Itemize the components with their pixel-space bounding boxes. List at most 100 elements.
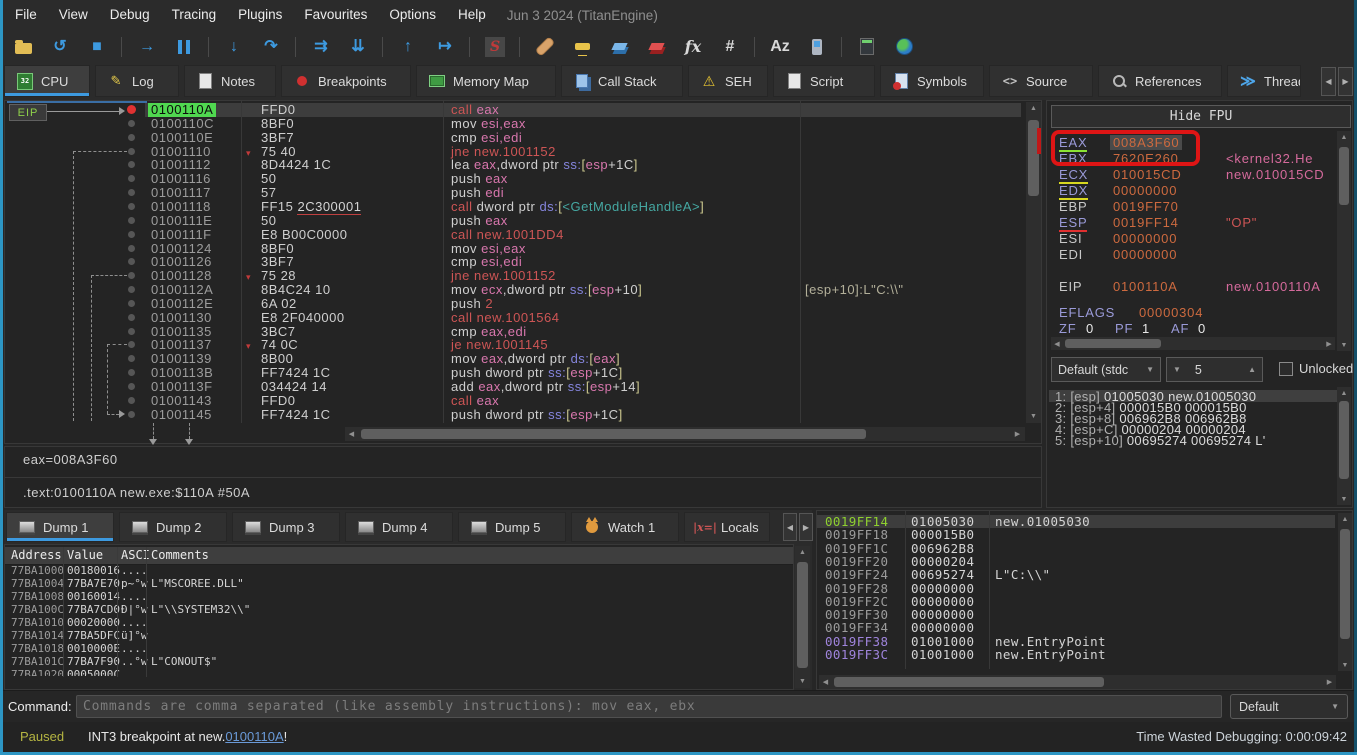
dump-tab-scroll-right-button[interactable]: ▶ <box>799 513 813 541</box>
tab-seh[interactable]: ⚠SEH <box>688 65 768 97</box>
disasm-vertical-scrollbar[interactable]: ▲▼ <box>1026 102 1041 423</box>
menu-view[interactable]: View <box>48 0 99 30</box>
disasm-row[interactable]: 0100113F034424 14add eax,dword ptr ss:[e… <box>5 380 1023 394</box>
dump-row[interactable]: 77BA101C77BA7F90..°wL"CONOUT$" <box>5 655 793 668</box>
bookmarks-icon[interactable] <box>643 34 669 60</box>
registers-horizontal-scrollbar[interactable]: ◀▶ <box>1051 337 1335 350</box>
unlocked-checkbox[interactable] <box>1279 362 1293 376</box>
argument-row[interactable]: 5: [esp+10] 00695274 00695274 L' <box>1055 435 1337 446</box>
dump-row[interactable]: 77BA100800160014.... <box>5 590 793 603</box>
stack-row[interactable]: 0019FF1C006962B8 <box>817 542 1335 555</box>
tab-breakpoints[interactable]: Breakpoints <box>281 65 411 97</box>
register-row[interactable]: ESP0019FF14"OP" <box>1059 215 1339 231</box>
register-row[interactable]: ESI00000000 <box>1059 231 1339 247</box>
argument-depth-spinner[interactable]: ▼5▲ <box>1166 357 1263 382</box>
bullet-icon[interactable] <box>128 148 135 155</box>
scrollbar-thumb[interactable] <box>361 429 866 439</box>
bullet-icon[interactable] <box>128 300 135 307</box>
bullet-icon[interactable] <box>128 203 135 210</box>
stack-row[interactable]: 0019FF1401005030new.01005030 <box>817 515 1335 528</box>
tab-references[interactable]: References <box>1098 65 1222 97</box>
stack-row[interactable]: 0019FF2C00000000 <box>817 595 1335 608</box>
dump-tab-watch-1[interactable]: Watch 1 <box>571 512 679 542</box>
scrollbar-thumb[interactable] <box>797 562 808 668</box>
args-vertical-scrollbar[interactable]: ▲▼ <box>1337 387 1351 505</box>
menu-file[interactable]: File <box>4 0 48 30</box>
disasm-row[interactable]: 01001118FF15 2C300001call dword ptr ds:[… <box>5 200 1023 214</box>
bullet-icon[interactable] <box>128 314 135 321</box>
scroll-down-arrow[interactable]: ▼ <box>1338 659 1352 671</box>
bullet-icon[interactable] <box>128 286 135 293</box>
stack-row[interactable]: 0019FF3000000000 <box>817 608 1335 621</box>
scroll-down-arrow[interactable]: ▼ <box>1026 410 1041 423</box>
calling-convention-dropdown[interactable]: Default (stdc▼ <box>1051 357 1161 382</box>
menu-help[interactable]: Help <box>447 0 497 30</box>
tab-source[interactable]: <>Source <box>989 65 1093 97</box>
command-input[interactable] <box>76 695 1222 718</box>
scrollbar-thumb[interactable] <box>1339 401 1349 479</box>
source-icon[interactable]: S <box>482 34 508 60</box>
disasm-row[interactable]: 01001145FF7424 1Cpush dword ptr ss:[esp+… <box>5 408 1023 422</box>
tab-call-stack[interactable]: Call Stack <box>561 65 683 97</box>
eflags-row[interactable]: EFLAGS00000304 <box>1059 305 1339 321</box>
register-row[interactable]: EDI00000000 <box>1059 247 1339 263</box>
dump-tab-dump-3[interactable]: Dump 3 <box>232 512 340 542</box>
attach-icon[interactable] <box>804 34 830 60</box>
step-into-icon[interactable]: ↓ <box>221 34 247 60</box>
scrollbar-thumb[interactable] <box>834 677 1104 687</box>
dump-row[interactable]: 77BA101477BA5DFCü]°w <box>5 629 793 642</box>
dump-tab-locals[interactable]: |x=|Locals <box>684 512 770 542</box>
register-row[interactable]: EDX00000000 <box>1059 183 1339 199</box>
bullet-icon[interactable] <box>128 397 135 404</box>
labels-icon[interactable] <box>606 34 632 60</box>
breakpoint-icon[interactable] <box>127 105 136 114</box>
menu-options[interactable]: Options <box>378 0 447 30</box>
bullet-icon[interactable] <box>128 231 135 238</box>
dump-tab-dump-1[interactable]: Dump 1 <box>6 512 114 542</box>
tab-symbols[interactable]: Symbols <box>880 65 984 97</box>
execute-till-return-icon[interactable]: ↦ <box>432 34 458 60</box>
bullet-icon[interactable] <box>128 328 135 335</box>
disasm-horizontal-scrollbar[interactable]: ◀▶ <box>345 427 1025 441</box>
register-row-eip[interactable]: EIP0100110Anew.0100110A <box>1059 279 1339 295</box>
stack-row[interactable]: 0019FF2000000204 <box>817 555 1335 568</box>
stack-horizontal-scrollbar[interactable]: ◀▶ <box>819 675 1336 689</box>
dump-tab-dump-5[interactable]: Dump 5 <box>458 512 566 542</box>
tab-notes[interactable]: Notes <box>184 65 276 97</box>
scroll-right-arrow[interactable]: ▶ <box>1011 427 1024 441</box>
run-to-user-code-icon[interactable]: ⇉ <box>308 34 334 60</box>
patches-icon[interactable] <box>532 34 558 60</box>
scrollbar-thumb[interactable] <box>1339 147 1349 205</box>
dump-tab-dump-2[interactable]: Dump 2 <box>119 512 227 542</box>
analysis-icon[interactable]: # <box>717 34 743 60</box>
bullet-icon[interactable] <box>128 120 135 127</box>
scroll-up-arrow[interactable]: ▲ <box>1338 513 1352 525</box>
scroll-up-arrow[interactable]: ▲ <box>1337 387 1351 399</box>
scroll-up-arrow[interactable]: ▲ <box>795 546 810 559</box>
menu-debug[interactable]: Debug <box>99 0 161 30</box>
bullet-icon[interactable] <box>128 383 135 390</box>
spinner-up-icon[interactable]: ▲ <box>1248 365 1256 374</box>
hide-fpu-button[interactable]: Hide FPU <box>1051 105 1351 128</box>
menu-favourites[interactable]: Favourites <box>293 0 378 30</box>
comments-icon[interactable] <box>569 34 595 60</box>
menu-tracing[interactable]: Tracing <box>161 0 228 30</box>
tab-memory-map[interactable]: Memory Map <box>416 65 556 97</box>
dump-row[interactable]: 77BA100000180016.... <box>5 564 793 577</box>
dump-tab-scroll-left-button[interactable]: ◀ <box>783 513 797 541</box>
open-file-icon[interactable] <box>10 34 36 60</box>
tab-script[interactable]: Script <box>773 65 875 97</box>
dump-row[interactable]: 77BA100477BA7E70p~°wL"MSCOREE.DLL" <box>5 577 793 590</box>
scrollbar-thumb[interactable] <box>1065 339 1161 348</box>
tab-threads[interactable]: ≫Threads <box>1227 65 1301 97</box>
bullet-icon[interactable] <box>128 411 135 418</box>
registers-vertical-scrollbar[interactable]: ▲▼ <box>1337 131 1351 351</box>
stack-row[interactable]: 0019FF3400000000 <box>817 621 1335 634</box>
assemble-icon[interactable]: Az <box>767 34 793 60</box>
dump-row[interactable]: 77BA10200005000C.... <box>5 668 793 676</box>
bullet-icon[interactable] <box>128 245 135 252</box>
register-row[interactable]: ECX010015CDnew.010015CD <box>1059 167 1339 183</box>
scroll-right-arrow[interactable]: ▶ <box>1323 337 1335 350</box>
tab-scroll-left-button[interactable]: ◀ <box>1321 67 1336 96</box>
dump-row[interactable]: 77BA101000020000.... <box>5 616 793 629</box>
